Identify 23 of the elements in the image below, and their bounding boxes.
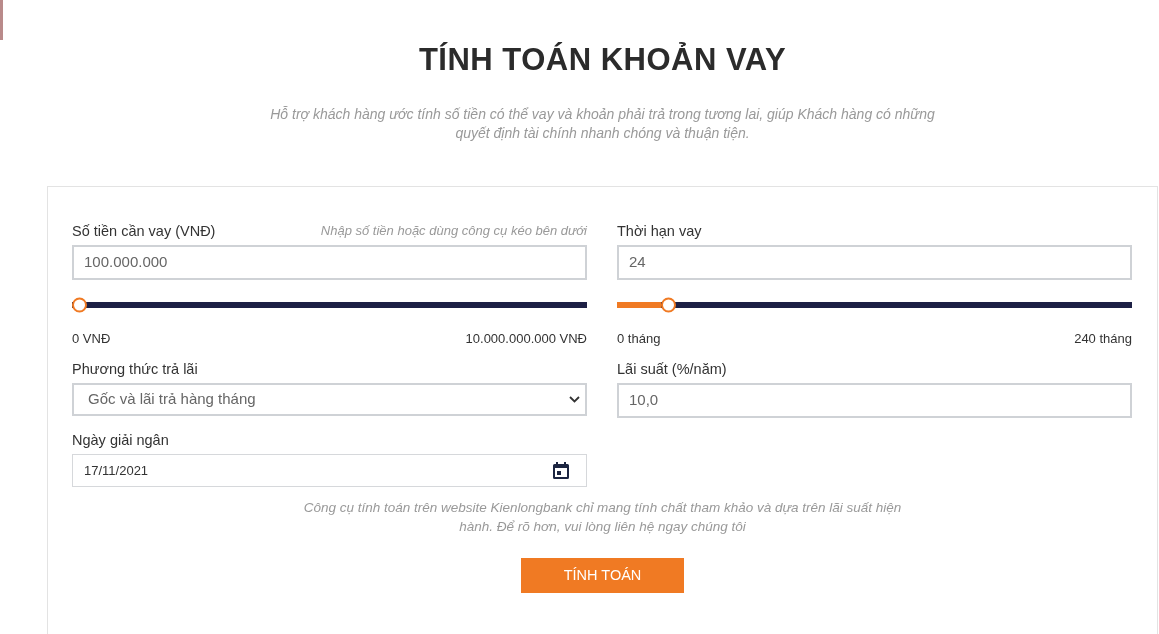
input-field[interactable]: 100.000.000 — [72, 245, 587, 280]
slider-handle[interactable] — [72, 297, 87, 313]
input-field[interactable]: 24 — [617, 245, 1132, 280]
page-subtitle: Hỗ trợ khách hàng ước tính số tiền có thể vay và khoản phải trả trong tương lai, giúp Khách hàng có những quyết định tài chính nhanh chóng và thuận tiện. — [269, 105, 936, 143]
field-label: Lãi suất (%/năm) — [617, 360, 727, 378]
slider-min-label: 0 VNĐ — [72, 331, 111, 347]
slider-handle[interactable] — [661, 297, 676, 313]
date-field[interactable]: 17/11/2021 — [72, 454, 587, 487]
dropdown-field[interactable]: Gốc và lãi trả hàng tháng — [72, 383, 587, 416]
disclaimer-text: Công cụ tính toán trên website Kienlongbank chỉ mang tính chất tham khảo và dựa trên lãi suất hiện hành. Để rõ hơn, vui lòng liên hệ ngay chúng tôi — [302, 499, 903, 536]
chevron-down-icon — [569, 396, 580, 403]
field-label: Thời hạn vay — [617, 222, 702, 240]
input-field[interactable]: 10,0 — [617, 383, 1132, 418]
field-label: Ngày giải ngân — [72, 431, 169, 449]
slider-max-label: 240 tháng — [1074, 331, 1132, 347]
slider-min-label: 0 tháng — [617, 331, 661, 347]
field-label: Phương thức trả lãi — [72, 360, 198, 378]
field-label: Số tiền cần vay (VNĐ) — [72, 222, 216, 240]
slider-max-label: 10.000.000.000 VNĐ — [465, 331, 587, 347]
field-hint: Nhập số tiền hoặc dùng công cụ kéo bên dưới — [320, 222, 587, 240]
edge-strip — [0, 0, 3, 40]
page-title: TÍNH TOÁN KHOẢN VAY — [418, 41, 787, 79]
calendar-icon[interactable] — [553, 462, 569, 479]
